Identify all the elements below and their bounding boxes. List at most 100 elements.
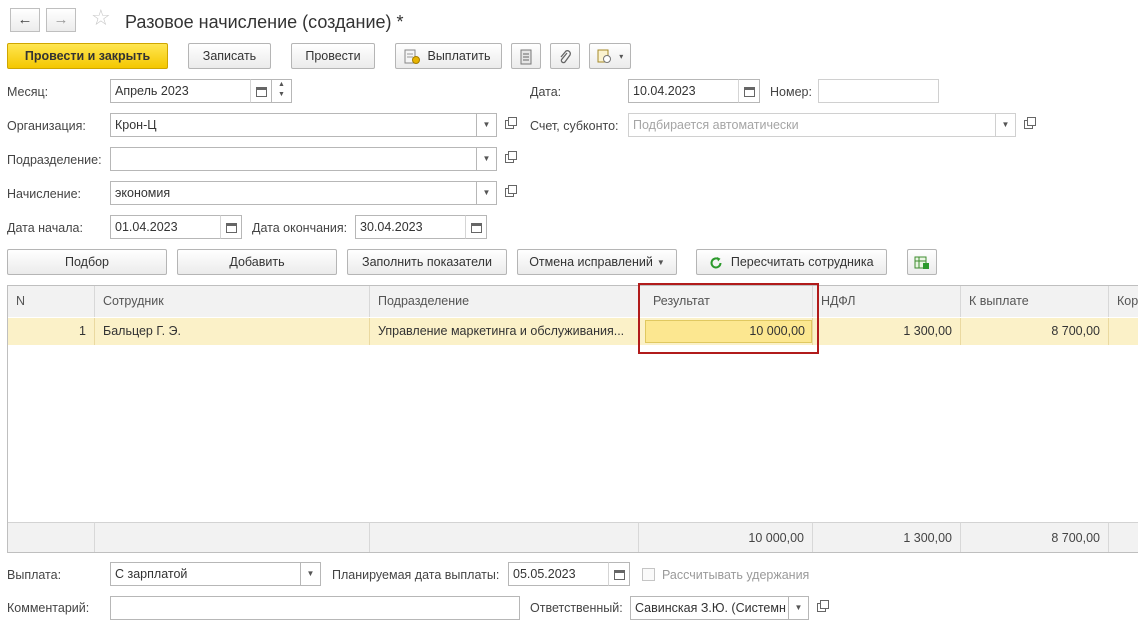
arrow-right-icon: → bbox=[53, 11, 69, 28]
date-calendar-button[interactable] bbox=[738, 79, 760, 103]
total-employee bbox=[95, 522, 370, 552]
total-department bbox=[370, 522, 639, 552]
pay-button[interactable]: Выплатить bbox=[395, 43, 502, 69]
chevron-down-icon: ▼ bbox=[656, 257, 665, 267]
planned-date-input[interactable]: 05.05.2023 bbox=[508, 562, 609, 586]
total-correction bbox=[1109, 522, 1138, 552]
accrual-open-button[interactable] bbox=[499, 181, 519, 205]
calendar-icon bbox=[470, 222, 482, 233]
month-calendar-button[interactable] bbox=[250, 79, 272, 103]
total-n bbox=[8, 522, 95, 552]
organization-open-button[interactable] bbox=[499, 113, 519, 137]
post-button[interactable]: Провести bbox=[291, 43, 375, 69]
department-open-button[interactable] bbox=[499, 147, 519, 171]
month-input[interactable]: Апрель 2023 bbox=[110, 79, 251, 103]
chevron-down-icon: ▼ bbox=[794, 603, 803, 612]
calendar-icon bbox=[225, 222, 237, 233]
chevron-down-icon: ▼ bbox=[482, 120, 491, 129]
table-row-department[interactable]: Управление маркетинга и обслуживания... bbox=[370, 318, 639, 345]
select-button[interactable]: Подбор bbox=[7, 249, 167, 275]
date-label: Дата: bbox=[530, 85, 562, 99]
responsible-open-button[interactable] bbox=[811, 596, 831, 620]
date-input[interactable]: 10.04.2023 bbox=[628, 79, 739, 103]
account-input[interactable]: Подбирается автоматически bbox=[628, 113, 996, 137]
table-row-correction[interactable] bbox=[1109, 318, 1138, 345]
column-header-result[interactable]: Результат bbox=[639, 286, 813, 317]
column-header-correction[interactable]: Кор bbox=[1109, 286, 1138, 317]
department-dropdown[interactable]: ▼ bbox=[477, 147, 497, 171]
comment-input[interactable] bbox=[110, 596, 520, 620]
chevron-up-icon: ▲ bbox=[278, 81, 285, 88]
document-settings-icon bbox=[597, 49, 611, 64]
fill-indicators-button[interactable]: Заполнить показатели bbox=[347, 249, 507, 275]
account-label: Счет, субконто: bbox=[530, 119, 619, 133]
attach-button[interactable] bbox=[550, 43, 580, 69]
withhold-checkbox[interactable] bbox=[642, 567, 655, 582]
start-date-label: Дата начала: bbox=[7, 221, 83, 235]
number-input[interactable] bbox=[818, 79, 939, 103]
column-header-employee[interactable]: Сотрудник bbox=[95, 286, 370, 317]
recalculate-employee-button[interactable]: Пересчитать сотрудника bbox=[696, 249, 887, 275]
organization-dropdown[interactable]: ▼ bbox=[477, 113, 497, 137]
payment-dropdown[interactable]: ▼ bbox=[301, 562, 321, 586]
chevron-down-icon: ▾ bbox=[619, 51, 624, 61]
more-menu-button[interactable]: ▾ bbox=[589, 43, 631, 69]
start-date-calendar-button[interactable] bbox=[220, 215, 242, 239]
end-date-input[interactable]: 30.04.2023 bbox=[355, 215, 466, 239]
save-button[interactable]: Записать bbox=[188, 43, 271, 69]
column-header-ndfl[interactable]: НДФЛ bbox=[813, 286, 961, 317]
table-row-payout[interactable]: 8 700,00 bbox=[961, 318, 1109, 345]
start-date-input[interactable]: 01.04.2023 bbox=[110, 215, 221, 239]
page-title: Разовое начисление (создание) * bbox=[125, 12, 404, 32]
cancel-corrections-button[interactable]: Отмена исправлений ▼ bbox=[517, 249, 677, 275]
total-result: 10 000,00 bbox=[639, 522, 813, 552]
favorite-star-icon[interactable]: ☆ bbox=[91, 6, 111, 30]
report-button[interactable] bbox=[511, 43, 541, 69]
table-row-employee[interactable]: Бальцер Г. Э. bbox=[95, 318, 370, 345]
department-input[interactable] bbox=[110, 147, 477, 171]
column-header-payout[interactable]: К выплате bbox=[961, 286, 1109, 317]
table-add-icon bbox=[914, 256, 929, 269]
post-and-close-button[interactable]: Провести и закрыть bbox=[7, 43, 168, 69]
table-row-ndfl[interactable]: 1 300,00 bbox=[813, 318, 961, 345]
report-list-icon bbox=[520, 49, 532, 65]
employees-table[interactable]: N Сотрудник Подразделение Результат НДФЛ… bbox=[7, 285, 1138, 553]
chevron-down-icon: ▼ bbox=[1001, 120, 1010, 129]
open-link-icon bbox=[504, 150, 517, 163]
table-settings-button[interactable] bbox=[907, 249, 937, 275]
total-payout: 8 700,00 bbox=[961, 522, 1109, 552]
back-button[interactable]: ← bbox=[10, 8, 40, 32]
month-stepper[interactable]: ▲ ▼ bbox=[272, 79, 292, 103]
withhold-label: Рассчитывать удержания bbox=[662, 568, 810, 582]
account-placeholder: Подбирается автоматически bbox=[633, 118, 799, 132]
chevron-down-icon: ▼ bbox=[482, 154, 491, 163]
table-row-n[interactable]: 1 bbox=[8, 318, 95, 345]
forward-button[interactable]: → bbox=[46, 8, 76, 32]
open-link-icon bbox=[504, 184, 517, 197]
result-value-input[interactable]: 10 000,00 bbox=[645, 320, 812, 343]
recalculate-employee-label: Пересчитать сотрудника bbox=[730, 255, 874, 269]
payment-label: Выплата: bbox=[7, 568, 62, 582]
end-date-calendar-button[interactable] bbox=[465, 215, 487, 239]
responsible-input[interactable]: Савинская З.Ю. (Системн bbox=[630, 596, 789, 620]
number-label: Номер: bbox=[770, 85, 812, 99]
column-header-n[interactable]: N bbox=[8, 286, 95, 317]
open-link-icon bbox=[1023, 116, 1036, 129]
column-header-department[interactable]: Подразделение bbox=[370, 286, 639, 317]
open-link-icon bbox=[816, 599, 829, 612]
account-dropdown[interactable]: ▼ bbox=[996, 113, 1016, 137]
accrual-input[interactable]: экономия bbox=[110, 181, 477, 205]
responsible-dropdown[interactable]: ▼ bbox=[789, 596, 809, 620]
payment-input[interactable]: С зарплатой bbox=[110, 562, 301, 586]
add-button[interactable]: Добавить bbox=[177, 249, 337, 275]
month-label: Месяц: bbox=[7, 85, 49, 99]
planned-date-calendar-button[interactable] bbox=[608, 562, 630, 586]
calendar-icon bbox=[613, 569, 625, 580]
paperclip-icon bbox=[560, 49, 571, 63]
pay-document-icon bbox=[404, 49, 420, 65]
refresh-icon bbox=[710, 256, 722, 269]
organization-input[interactable]: Крон-Ц bbox=[110, 113, 477, 137]
total-ndfl: 1 300,00 bbox=[813, 522, 961, 552]
account-open-button[interactable] bbox=[1018, 113, 1038, 137]
accrual-dropdown[interactable]: ▼ bbox=[477, 181, 497, 205]
